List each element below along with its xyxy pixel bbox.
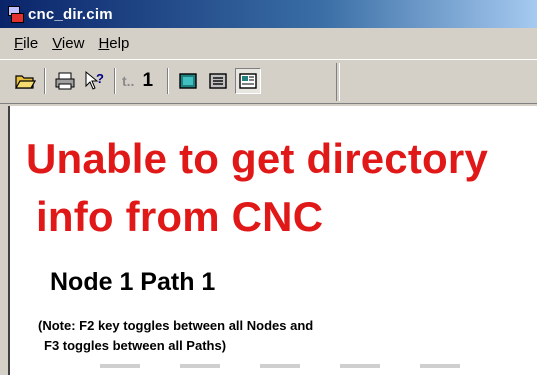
list-view-icon — [209, 73, 227, 89]
error-message-line-2: info from CNC — [36, 193, 324, 240]
context-help-button[interactable]: ? — [82, 68, 108, 94]
faded-background-text — [100, 364, 480, 370]
details-view-icon — [239, 73, 257, 89]
large-icons-view-icon — [179, 73, 197, 89]
help-pointer-icon: ? — [85, 70, 104, 90]
menu-view[interactable]: View — [45, 35, 91, 52]
toolbar-separator — [44, 68, 46, 94]
list-view-button[interactable] — [205, 68, 231, 94]
toolbar-end-divider — [336, 63, 340, 101]
menu-help[interactable]: Help — [91, 35, 136, 52]
title-bar[interactable]: cnc_dir.cim — [0, 0, 537, 28]
open-folder-button[interactable] — [12, 68, 38, 94]
up-level-button[interactable]: t.. — [122, 73, 134, 89]
toolbar-separator — [167, 68, 170, 94]
open-folder-icon — [14, 75, 36, 89]
content-pane: Unable to get directory info from CNC No… — [8, 106, 537, 375]
app-window: cnc_dir.cim File View Help ? t.. 1 Unabl… — [0, 0, 537, 375]
printer-icon — [55, 72, 75, 90]
svg-text:?: ? — [96, 71, 104, 86]
app-icon — [6, 5, 24, 23]
level-number: 1 — [142, 70, 154, 91]
menu-file[interactable]: File — [0, 35, 45, 52]
note-line-1: (Note: F2 key toggles between all Nodes … — [38, 318, 314, 333]
details-view-button[interactable] — [235, 68, 262, 94]
window-title: cnc_dir.cim — [28, 5, 113, 23]
toolbar: ? t.. 1 — [0, 59, 537, 104]
note-line-2: F3 toggles between all Paths) — [44, 338, 227, 353]
large-icons-view-button[interactable] — [175, 68, 201, 94]
menu-bar: File View Help — [0, 28, 537, 59]
node-path-heading: Node 1 Path 1 — [50, 268, 216, 296]
toolbar-separator — [114, 68, 116, 94]
error-message-line-1: Unable to get directory — [26, 135, 489, 182]
print-button[interactable] — [52, 68, 78, 94]
